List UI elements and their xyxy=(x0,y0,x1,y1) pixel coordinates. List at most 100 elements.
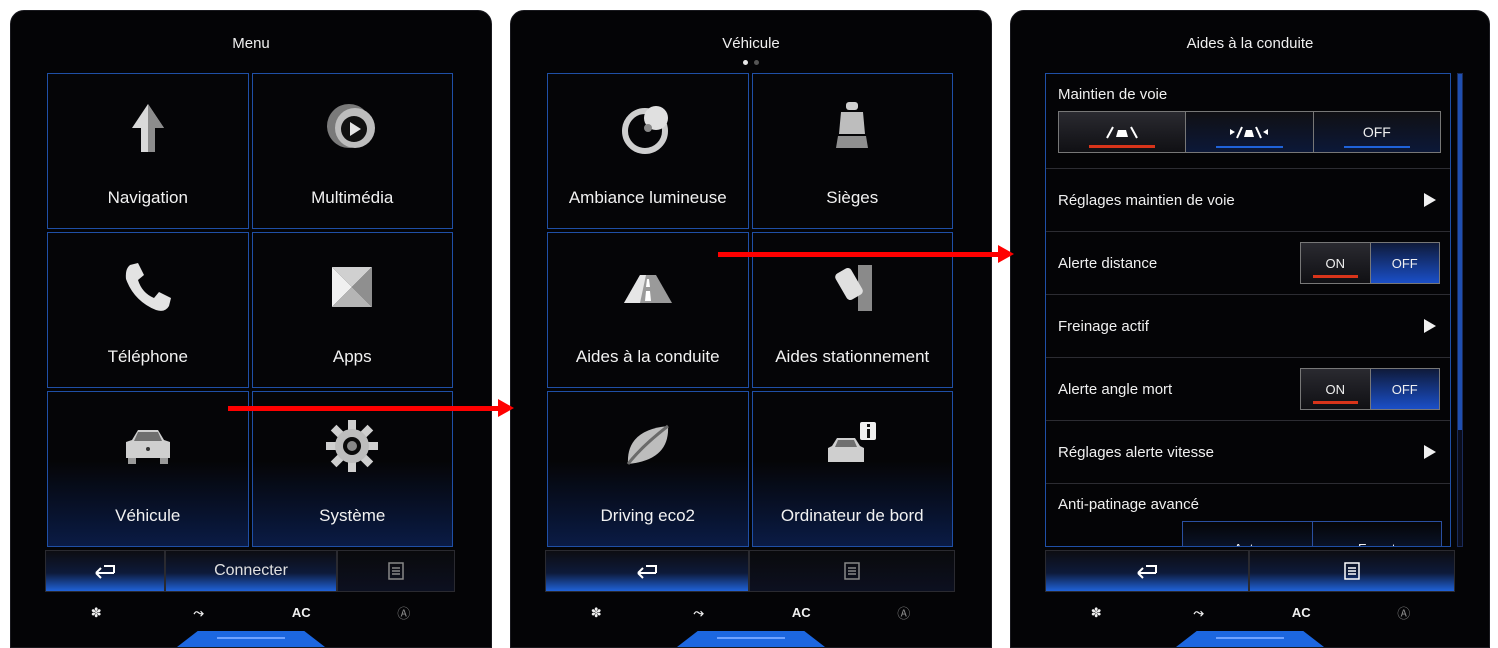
scrollbar[interactable] xyxy=(1457,73,1463,547)
list-item-distance-alert: Alerte distance ON OFF xyxy=(1046,232,1450,295)
tile-apps[interactable]: Apps xyxy=(251,232,453,388)
lane-off-button[interactable]: OFF xyxy=(1313,112,1440,152)
bottom-bar: Connecter xyxy=(45,550,455,592)
row-label: Anti-patinage avancé xyxy=(1058,496,1199,513)
tile-label: Sièges xyxy=(826,188,879,207)
tile-label: Multimédia xyxy=(311,188,394,207)
ac-button[interactable]: AC xyxy=(1271,605,1331,620)
list-item-lane-settings[interactable]: Réglages maintien de voie xyxy=(1046,169,1450,232)
gear-icon xyxy=(326,420,379,472)
list-button[interactable] xyxy=(1249,550,1455,592)
settings-list: Maintien de voie OFF Réglages maintien d… xyxy=(1045,73,1451,547)
tile-ambiance-lumineuse[interactable]: Ambiance lumineuse xyxy=(547,73,749,229)
traction-mode-selector: Auto Expert xyxy=(1182,521,1442,546)
fan-icon[interactable]: ✽ xyxy=(1066,605,1126,621)
tile-ordinateur-bord[interactable]: Ordinateur de bord xyxy=(751,391,953,547)
climate-bar: ✽ ⤳ AC Ⓐ xyxy=(545,603,955,622)
traction-auto-button[interactable]: Auto xyxy=(1183,522,1313,546)
list-icon xyxy=(844,562,860,580)
row-label: Freinage actif xyxy=(1058,317,1149,335)
list-item-speed-alert-settings[interactable]: Réglages alerte vitesse xyxy=(1046,421,1450,484)
car-info-icon xyxy=(828,422,877,462)
fan-icon[interactable]: ✽ xyxy=(66,605,126,621)
back-icon xyxy=(1137,565,1157,579)
climate-drawer-handle[interactable] xyxy=(677,631,825,647)
annotation-arrow-1 xyxy=(228,399,514,417)
tile-sieges[interactable]: Sièges xyxy=(751,73,953,229)
toggle-on-button[interactable]: ON xyxy=(1301,369,1370,409)
seat-icon xyxy=(836,102,869,148)
menu-screen: Menu Navigation Multimédia Téléphone App… xyxy=(10,10,492,648)
airflow-icon[interactable]: ⤳ xyxy=(669,605,729,621)
road-icon xyxy=(623,275,672,303)
auto-climate-icon[interactable]: Ⓐ xyxy=(1374,603,1434,622)
auto-climate-icon[interactable]: Ⓐ xyxy=(874,603,934,622)
fan-icon[interactable]: ✽ xyxy=(566,605,626,621)
eco-leaf-icon xyxy=(626,424,669,465)
row-label: Alerte angle mort xyxy=(1058,380,1173,398)
ac-button[interactable]: AC xyxy=(771,605,831,620)
play-icon xyxy=(327,104,376,148)
tile-label: Véhicule xyxy=(115,506,181,525)
tile-multimedia[interactable]: Multimédia xyxy=(251,73,453,229)
climate-drawer-handle[interactable] xyxy=(177,631,325,647)
toggle-on-button[interactable]: ON xyxy=(1301,243,1370,283)
ac-button[interactable]: AC xyxy=(271,605,331,620)
airflow-icon[interactable]: ⤳ xyxy=(1169,605,1229,621)
tile-vehicule[interactable]: Véhicule xyxy=(47,391,249,547)
list-button[interactable] xyxy=(337,550,455,592)
ambient-light-icon xyxy=(621,106,668,154)
tile-label: Apps xyxy=(332,347,372,366)
lane-mode-2-button[interactable] xyxy=(1186,112,1314,152)
lane-warning-icon xyxy=(1230,126,1269,139)
list-button[interactable] xyxy=(749,550,955,592)
tile-systeme[interactable]: Système xyxy=(251,391,453,547)
tile-label: Système xyxy=(319,506,386,525)
climate-drawer-handle[interactable] xyxy=(1176,631,1324,647)
row-label: Alerte distance xyxy=(1058,254,1158,272)
distance-alert-toggle: ON OFF xyxy=(1300,242,1440,284)
page-indicator xyxy=(511,60,991,65)
tile-navigation[interactable]: Navigation xyxy=(47,73,249,229)
tile-label: Ambiance lumineuse xyxy=(568,188,727,207)
scrollbar-thumb[interactable] xyxy=(1458,74,1462,430)
list-item-blind-spot: Alerte angle mort ON OFF xyxy=(1046,358,1450,421)
list-icon xyxy=(388,562,404,580)
back-button[interactable] xyxy=(545,550,749,592)
connect-button[interactable]: Connecter xyxy=(165,550,337,592)
chevron-right-icon xyxy=(1424,193,1436,207)
back-icon xyxy=(637,565,657,579)
back-button[interactable] xyxy=(45,550,165,592)
toggle-off-button[interactable]: OFF xyxy=(1369,369,1439,409)
driving-aids-screen: Aides à la conduite Maintien de voie OFF… xyxy=(1010,10,1490,648)
row-label: Réglages alerte vitesse xyxy=(1058,443,1214,461)
page-dot xyxy=(754,60,759,65)
tile-label: Téléphone xyxy=(107,347,188,366)
traction-expert-button[interactable]: Expert xyxy=(1312,522,1441,546)
car-icon xyxy=(125,430,170,464)
lane-mode-selector: OFF xyxy=(1058,111,1441,153)
tile-label: Driving eco2 xyxy=(600,506,696,525)
back-icon xyxy=(95,565,115,579)
airflow-icon[interactable]: ⤳ xyxy=(169,605,229,621)
vehicle-grid: Ambiance lumineuse Sièges Aides à la con… xyxy=(547,73,953,547)
list-item-traction-control: Anti-patinage avancé Auto Expert xyxy=(1046,484,1450,546)
bottom-bar xyxy=(1045,550,1455,592)
back-button[interactable] xyxy=(1045,550,1249,592)
tile-driving-eco2[interactable]: Driving eco2 xyxy=(547,391,749,547)
page-title: Véhicule xyxy=(722,35,780,52)
blind-spot-toggle: ON OFF xyxy=(1300,368,1440,410)
row-label: Maintien de voie xyxy=(1058,86,1168,103)
annotation-arrow-2 xyxy=(718,245,1014,263)
lane-mode-1-button[interactable] xyxy=(1059,112,1187,152)
list-item-active-braking[interactable]: Freinage actif xyxy=(1046,295,1450,358)
auto-climate-icon[interactable]: Ⓐ xyxy=(374,603,434,622)
tile-label: Aides stationnement xyxy=(775,347,930,366)
vehicle-screen: Véhicule Ambiance lumineuse Sièges Aides… xyxy=(510,10,992,648)
climate-bar: ✽ ⤳ AC Ⓐ xyxy=(45,603,455,622)
toggle-off-button[interactable]: OFF xyxy=(1369,243,1439,283)
parking-icon xyxy=(835,265,873,311)
tile-telephone[interactable]: Téléphone xyxy=(47,232,249,388)
page-title: Menu xyxy=(232,35,270,52)
chevron-right-icon xyxy=(1424,319,1436,333)
